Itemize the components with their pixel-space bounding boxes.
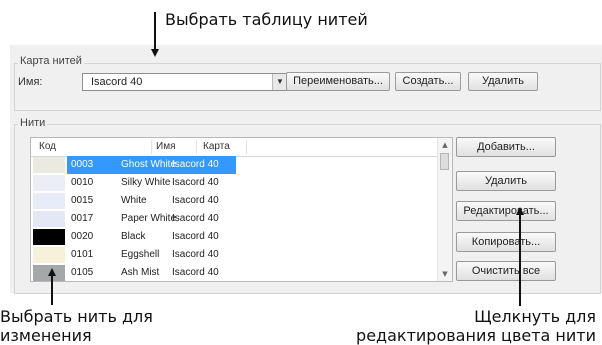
thread-chart-cell: Isacord 40 [172,231,219,242]
thread-chart-cell: Isacord 40 [172,177,219,188]
thread-color-swatch [33,175,65,191]
thread-name-cell: Ash Mist [121,267,160,278]
thread-code-cell: 0105 [71,267,94,278]
callout-arrowhead-right [516,207,524,215]
thread-row[interactable]: 0003 Ghost White Isacord 40 [31,156,438,174]
thread-color-swatch [33,157,65,173]
thread-chart-combo[interactable]: Isacord 40 ▼ [82,73,288,91]
thread-list-scrollbar[interactable]: ▲ ▼ [437,138,452,281]
callout-arrowhead-left [48,268,56,276]
thread-name-cell: Ghost White [121,159,177,170]
thread-name-cell: Silky White [121,177,171,188]
delete-thread-button[interactable]: Удалить [456,171,556,191]
thread-color-swatch [33,193,65,209]
column-header-name[interactable]: Имя [156,141,175,152]
thread-name-cell: Eggshell [121,249,160,260]
clear-all-button[interactable]: Очистить все [456,261,556,281]
thread-chart-cell: Isacord 40 [172,249,219,260]
thread-list-header: Код Имя Карта [31,138,438,157]
thread-chart-cell: Isacord 40 [172,159,219,170]
thread-name-cell: Black [121,231,146,242]
thread-row[interactable]: 0010 Silky White Isacord 40 [31,174,438,192]
callout-select-chart: Выбрать таблицу нитей [165,10,368,29]
chart-name-label: Имя: [18,76,43,88]
scroll-thumb[interactable] [440,153,449,170]
rename-chart-button[interactable]: Переименовать... [286,72,390,91]
thread-row[interactable]: 0020 Black Isacord 40 [31,228,438,246]
column-header-code[interactable]: Код [39,141,56,152]
thread-code-cell: 0020 [71,231,94,242]
edit-thread-button[interactable]: Редактировать... [456,201,556,221]
callout-select-thread-line2: изменения [0,326,92,345]
callout-arrow-left [51,275,53,305]
thread-code-cell: 0017 [71,213,94,224]
thread-row[interactable]: 0017 Paper White Isacord 40 [31,210,438,228]
threads-group-title: Нити [18,117,48,129]
callout-arrow-right [519,214,521,306]
thread-chart-cell: Isacord 40 [172,267,219,278]
thread-code-cell: 0101 [71,249,94,260]
callout-arrowhead-top [151,49,159,57]
thread-color-swatch [33,211,65,227]
thread-name-cell: Paper White [121,213,177,224]
add-thread-button[interactable]: Добавить... [456,137,556,157]
thread-name-cell: White [121,195,147,206]
callout-edit-color-line2: редактирования цвета нити [356,326,596,345]
thread-row[interactable]: 0015 White Isacord 40 [31,192,438,210]
callout-edit-color-line1: Щелкнуть для [474,307,596,326]
thread-chart-combo-value: Isacord 40 [91,76,143,88]
thread-chart-cell: Isacord 40 [172,195,219,206]
scroll-up-icon[interactable]: ▲ [438,138,452,152]
thread-chart-group-title: Карта нитей [18,55,84,67]
create-chart-button[interactable]: Создать... [395,72,461,91]
thread-list[interactable]: Код Имя Карта 0003 Ghost White Isacord 40 0… [30,137,453,282]
thread-color-swatch [33,229,65,245]
callout-select-thread-line1: Выбрать нить для [0,307,153,326]
thread-code-cell: 0015 [71,195,94,206]
scroll-down-icon[interactable]: ▼ [438,267,452,281]
copy-thread-button[interactable]: Копировать... [456,232,556,252]
delete-chart-button[interactable]: Удалить [468,72,538,91]
thread-color-swatch [33,247,65,263]
chevron-down-icon[interactable]: ▼ [272,74,287,90]
callout-arrow-top [154,12,156,49]
column-header-chart[interactable]: Карта [203,141,230,152]
thread-chart-cell: Isacord 40 [172,213,219,224]
column-divider[interactable] [196,140,197,154]
thread-row[interactable]: 0105 Ash Mist Isacord 40 [31,264,438,281]
column-divider[interactable] [151,140,152,154]
thread-code-cell: 0010 [71,177,94,188]
thread-code-cell: 0003 [71,159,94,170]
column-divider[interactable] [246,140,247,154]
thread-row[interactable]: 0101 Eggshell Isacord 40 [31,246,438,264]
